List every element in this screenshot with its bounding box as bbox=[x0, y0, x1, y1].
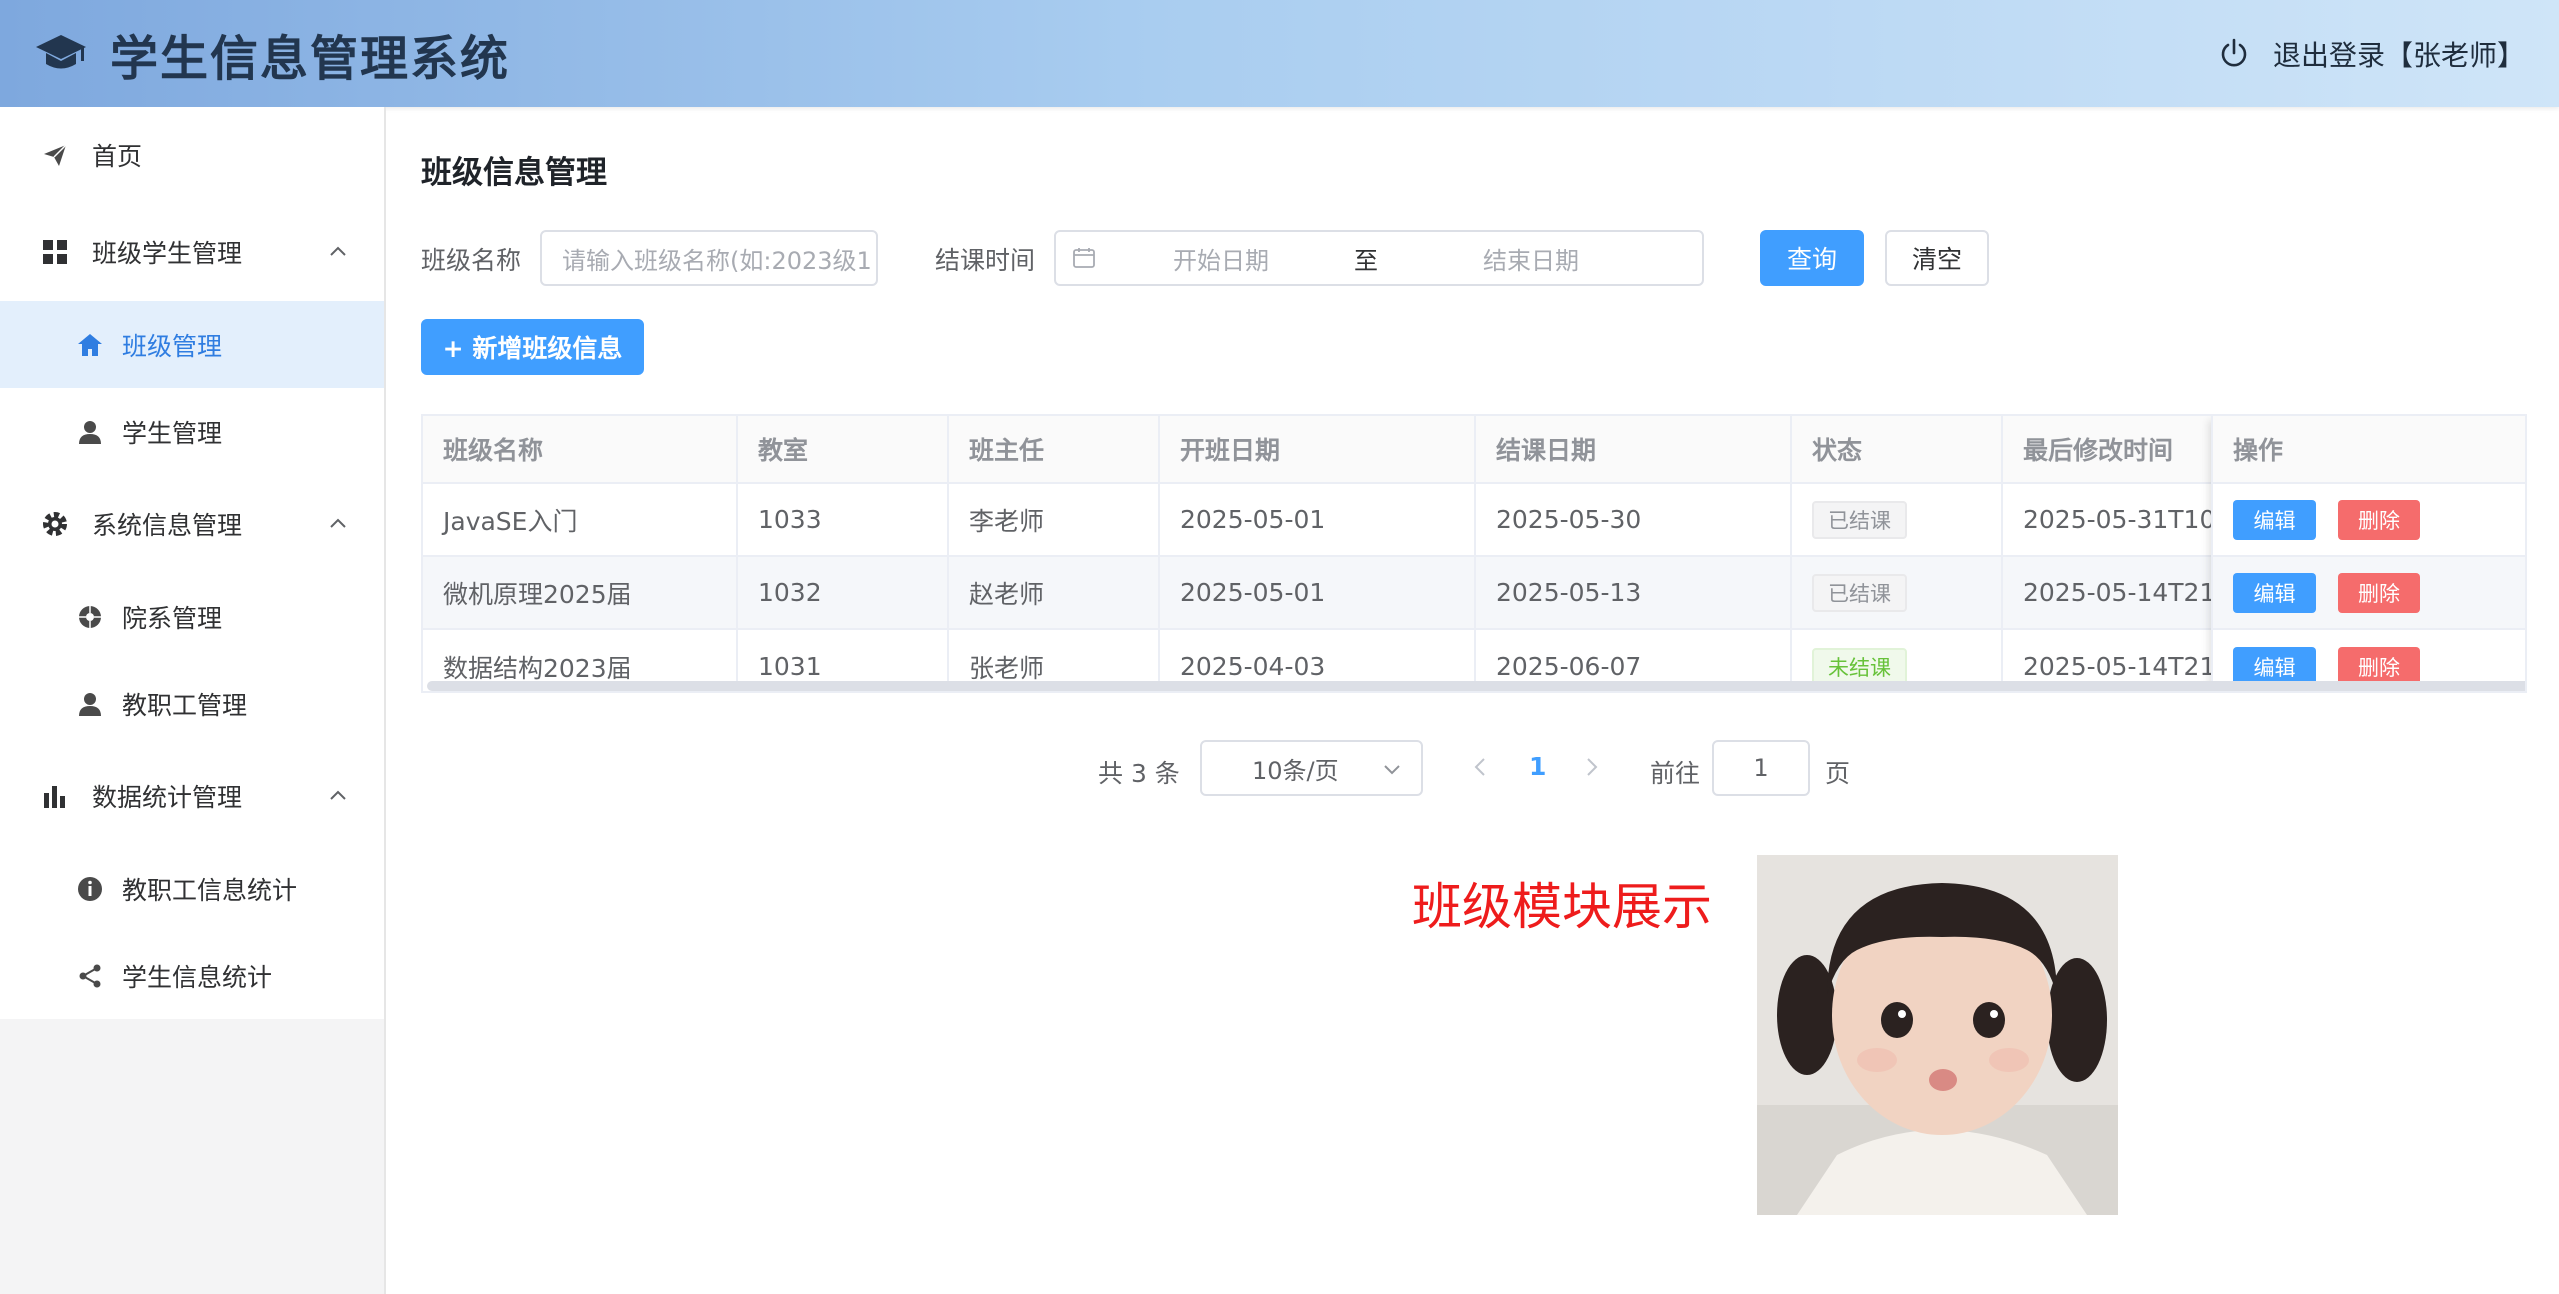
room-cell: 1033 bbox=[738, 484, 949, 555]
status-badge: 已结课 bbox=[1812, 500, 1907, 539]
start-date-cell: 2025-05-01 bbox=[1160, 484, 1476, 555]
column-header[interactable]: 开班日期 bbox=[1160, 416, 1476, 482]
status-cell: 已结课 bbox=[1792, 484, 2003, 555]
sidebar-item-student-management[interactable]: 学生管理 bbox=[0, 388, 384, 475]
sidebar-group-system[interactable]: 系统信息管理 bbox=[0, 475, 384, 573]
app-header: 学生信息管理系统 退出登录【张老师】 bbox=[0, 0, 2559, 107]
sidebar-item-label: 院系管理 bbox=[122, 603, 223, 633]
end-date-cell: 2025-05-30 bbox=[1476, 484, 1792, 555]
teacher-cell: 李老师 bbox=[949, 484, 1160, 555]
page-size-value: 10条/页 bbox=[1252, 756, 1339, 785]
sidebar: 首页 班级学生管理 班级管理 学生管理 系统信息管理 院系管理 教职工管理 数据… bbox=[0, 107, 386, 1294]
class-table: 班级名称 教室 班主任 开班日期 结课日期 状态 最后修改时间 操作 JavaS… bbox=[421, 414, 2527, 693]
sidebar-group-label: 数据统计管理 bbox=[92, 783, 243, 812]
sidebar-group-class-student[interactable]: 班级学生管理 bbox=[0, 203, 384, 301]
home-icon bbox=[76, 331, 104, 359]
chevron-right-icon[interactable] bbox=[1582, 754, 1602, 780]
sidebar-item-department-management[interactable]: 院系管理 bbox=[0, 573, 384, 660]
end-time-label: 结课时间 bbox=[935, 246, 1036, 275]
user-icon bbox=[76, 690, 104, 718]
user-icon bbox=[76, 418, 104, 446]
share-icon bbox=[76, 962, 104, 990]
chevron-left-icon[interactable] bbox=[1470, 754, 1490, 780]
logout-label: 退出登录【张老师】 bbox=[2272, 38, 2525, 72]
teacher-cell: 赵老师 bbox=[949, 557, 1160, 628]
status-badge: 已结课 bbox=[1812, 573, 1907, 612]
page-suffix: 页 bbox=[1825, 759, 1851, 788]
class-name-label: 班级名称 bbox=[421, 246, 522, 275]
page-title: 班级信息管理 bbox=[421, 155, 607, 191]
column-header[interactable]: 教室 bbox=[738, 416, 949, 482]
range-separator: 至 bbox=[1354, 246, 1378, 275]
chevron-down-icon bbox=[1384, 765, 1400, 775]
class-name-cell: 微机原理2025届 bbox=[423, 557, 738, 628]
info-icon bbox=[76, 875, 104, 903]
sidebar-group-label: 班级学生管理 bbox=[92, 239, 243, 268]
end-date-input[interactable]: 结束日期 bbox=[1386, 241, 1676, 276]
sidebar-item-label: 教职工信息统计 bbox=[122, 875, 298, 905]
room-cell: 1032 bbox=[738, 557, 949, 628]
sidebar-item-staff-statistics[interactable]: 教职工信息统计 bbox=[0, 845, 384, 932]
chevron-up-icon bbox=[330, 518, 346, 528]
child-photo bbox=[1757, 855, 2118, 1215]
sidebar-item-label: 学生管理 bbox=[122, 418, 223, 448]
start-date-input[interactable]: 开始日期 bbox=[1096, 241, 1346, 276]
sidebar-item-student-statistics[interactable]: 学生信息统计 bbox=[0, 932, 384, 1019]
logout-button[interactable]: 退出登录【张老师】 bbox=[2217, 34, 2525, 74]
grid-icon bbox=[40, 237, 70, 267]
page-size-select[interactable]: 10条/页 bbox=[1200, 740, 1423, 796]
page-number[interactable]: 1 bbox=[1529, 752, 1546, 781]
bar-chart-icon bbox=[40, 781, 70, 811]
fixed-column-shadow bbox=[2211, 416, 2525, 691]
end-date-range-picker[interactable]: 开始日期 至 结束日期 bbox=[1054, 230, 1704, 286]
sidebar-item-staff-management[interactable]: 教职工管理 bbox=[0, 660, 384, 747]
horizontal-scrollbar[interactable] bbox=[427, 681, 2525, 691]
main-content: 班级信息管理 班级名称 请输入班级名称(如:2023级1 结课时间 开始日期 至… bbox=[388, 107, 2559, 1294]
calendar-icon bbox=[1073, 248, 1095, 268]
class-name-cell: JavaSE入门 bbox=[423, 484, 738, 555]
column-header[interactable]: 班级名称 bbox=[423, 416, 738, 482]
app-title: 学生信息管理系统 bbox=[110, 30, 511, 87]
add-class-button[interactable]: + 新增班级信息 bbox=[421, 319, 644, 375]
column-header[interactable]: 结课日期 bbox=[1476, 416, 1792, 482]
sidebar-item-home[interactable]: 首页 bbox=[0, 107, 384, 203]
brand: 学生信息管理系统 bbox=[34, 19, 510, 89]
clear-button[interactable]: 清空 bbox=[1885, 230, 1989, 286]
power-icon bbox=[2217, 37, 2251, 71]
sidebar-item-label: 教职工管理 bbox=[122, 690, 248, 720]
showcase-text: 班级模块展示 bbox=[1412, 878, 1712, 936]
pagination-total: 共 3 条 bbox=[1098, 759, 1180, 788]
chevron-up-icon bbox=[330, 246, 346, 256]
sidebar-item-label: 首页 bbox=[92, 142, 143, 171]
goto-label: 前往 bbox=[1650, 759, 1701, 788]
sidebar-group-statistics[interactable]: 数据统计管理 bbox=[0, 747, 384, 845]
column-header[interactable]: 班主任 bbox=[949, 416, 1160, 482]
modified-cell: 2025-05-31T10:3 bbox=[2003, 484, 2213, 555]
column-header[interactable]: 最后修改时间 bbox=[2003, 416, 2213, 482]
modified-cell: 2025-05-14T21:1 bbox=[2003, 557, 2213, 628]
status-cell: 已结课 bbox=[1792, 557, 2003, 628]
start-date-cell: 2025-05-01 bbox=[1160, 557, 1476, 628]
graduation-cap-icon bbox=[34, 27, 88, 81]
class-name-input[interactable]: 请输入班级名称(如:2023级1 bbox=[540, 230, 878, 286]
chevron-up-icon bbox=[330, 790, 346, 800]
paper-plane-icon bbox=[40, 140, 70, 170]
sidebar-group-label: 系统信息管理 bbox=[92, 511, 243, 540]
sidebar-item-label: 学生信息统计 bbox=[122, 962, 273, 992]
gear-icon bbox=[40, 509, 70, 539]
search-button[interactable]: 查询 bbox=[1760, 230, 1864, 286]
status-badge: 未结课 bbox=[1812, 647, 1907, 686]
column-header[interactable]: 状态 bbox=[1792, 416, 2003, 482]
sidebar-item-class-management[interactable]: 班级管理 bbox=[0, 301, 384, 388]
goto-page-input[interactable]: 1 bbox=[1712, 740, 1810, 796]
aperture-icon bbox=[76, 603, 104, 631]
sidebar-item-label: 班级管理 bbox=[122, 331, 223, 361]
end-date-cell: 2025-05-13 bbox=[1476, 557, 1792, 628]
